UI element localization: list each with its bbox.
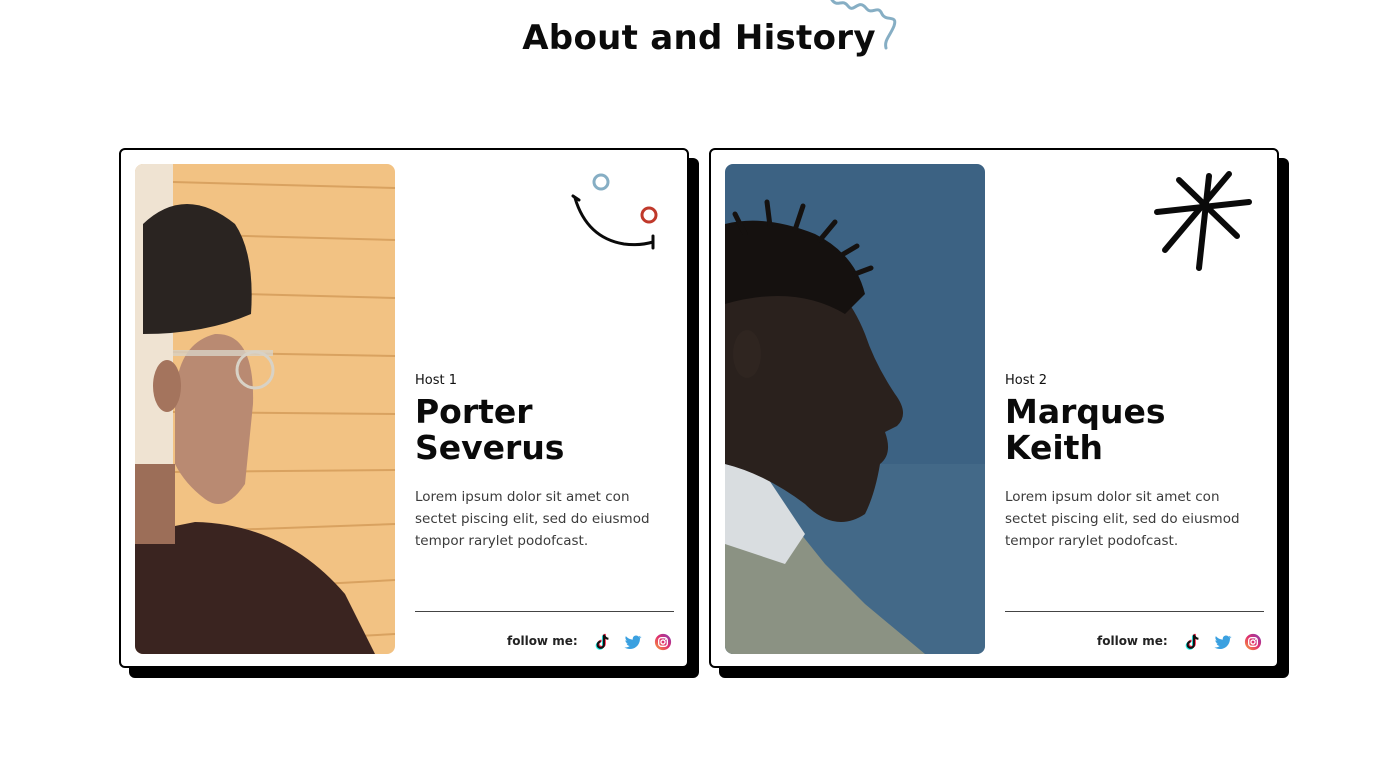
host-name: Marques Keith [1005, 394, 1255, 466]
host-label: Host 1 [415, 373, 458, 388]
twitter-icon[interactable] [1213, 632, 1233, 652]
host-name: Porter Severus [415, 394, 665, 466]
page-title: About and History [522, 18, 876, 58]
tiktok-icon[interactable] [1183, 632, 1203, 652]
instagram-icon[interactable] [653, 632, 673, 652]
host-name-line2: Keith [1005, 428, 1103, 467]
follow-label: follow me: [1097, 634, 1168, 648]
host-label: Host 2 [1005, 373, 1048, 388]
divider [415, 611, 674, 612]
host-description: Lorem ipsum dolor sit amet con sectet pi… [1005, 489, 1240, 549]
squiggle-decoration [830, 0, 897, 50]
divider [1005, 611, 1264, 612]
instagram-icon[interactable] [1243, 632, 1263, 652]
about-history-section: About and History Host 1 Porter Severus … [0, 0, 1398, 781]
smile-doodle-icon [571, 173, 658, 250]
card-body: Host 2 Marques Keith Lorem ipsum dolor s… [709, 148, 1279, 668]
host-photo [725, 164, 985, 654]
host-description: Lorem ipsum dolor sit amet con sectet pi… [415, 489, 650, 549]
host-name-line2: Severus [415, 428, 565, 467]
host-card-2: Host 2 Marques Keith Lorem ipsum dolor s… [709, 148, 1289, 678]
tiktok-icon[interactable] [593, 632, 613, 652]
host-photo [135, 164, 395, 654]
card-body: Host 1 Porter Severus Lorem ipsum dolor … [119, 148, 689, 668]
follow-label: follow me: [507, 634, 578, 648]
host-card-1: Host 1 Porter Severus Lorem ipsum dolor … [119, 148, 699, 678]
host-name-line1: Porter [415, 392, 533, 431]
host-name-line1: Marques [1005, 392, 1166, 431]
asterisk-doodle-icon [1154, 171, 1252, 271]
twitter-icon[interactable] [623, 632, 643, 652]
